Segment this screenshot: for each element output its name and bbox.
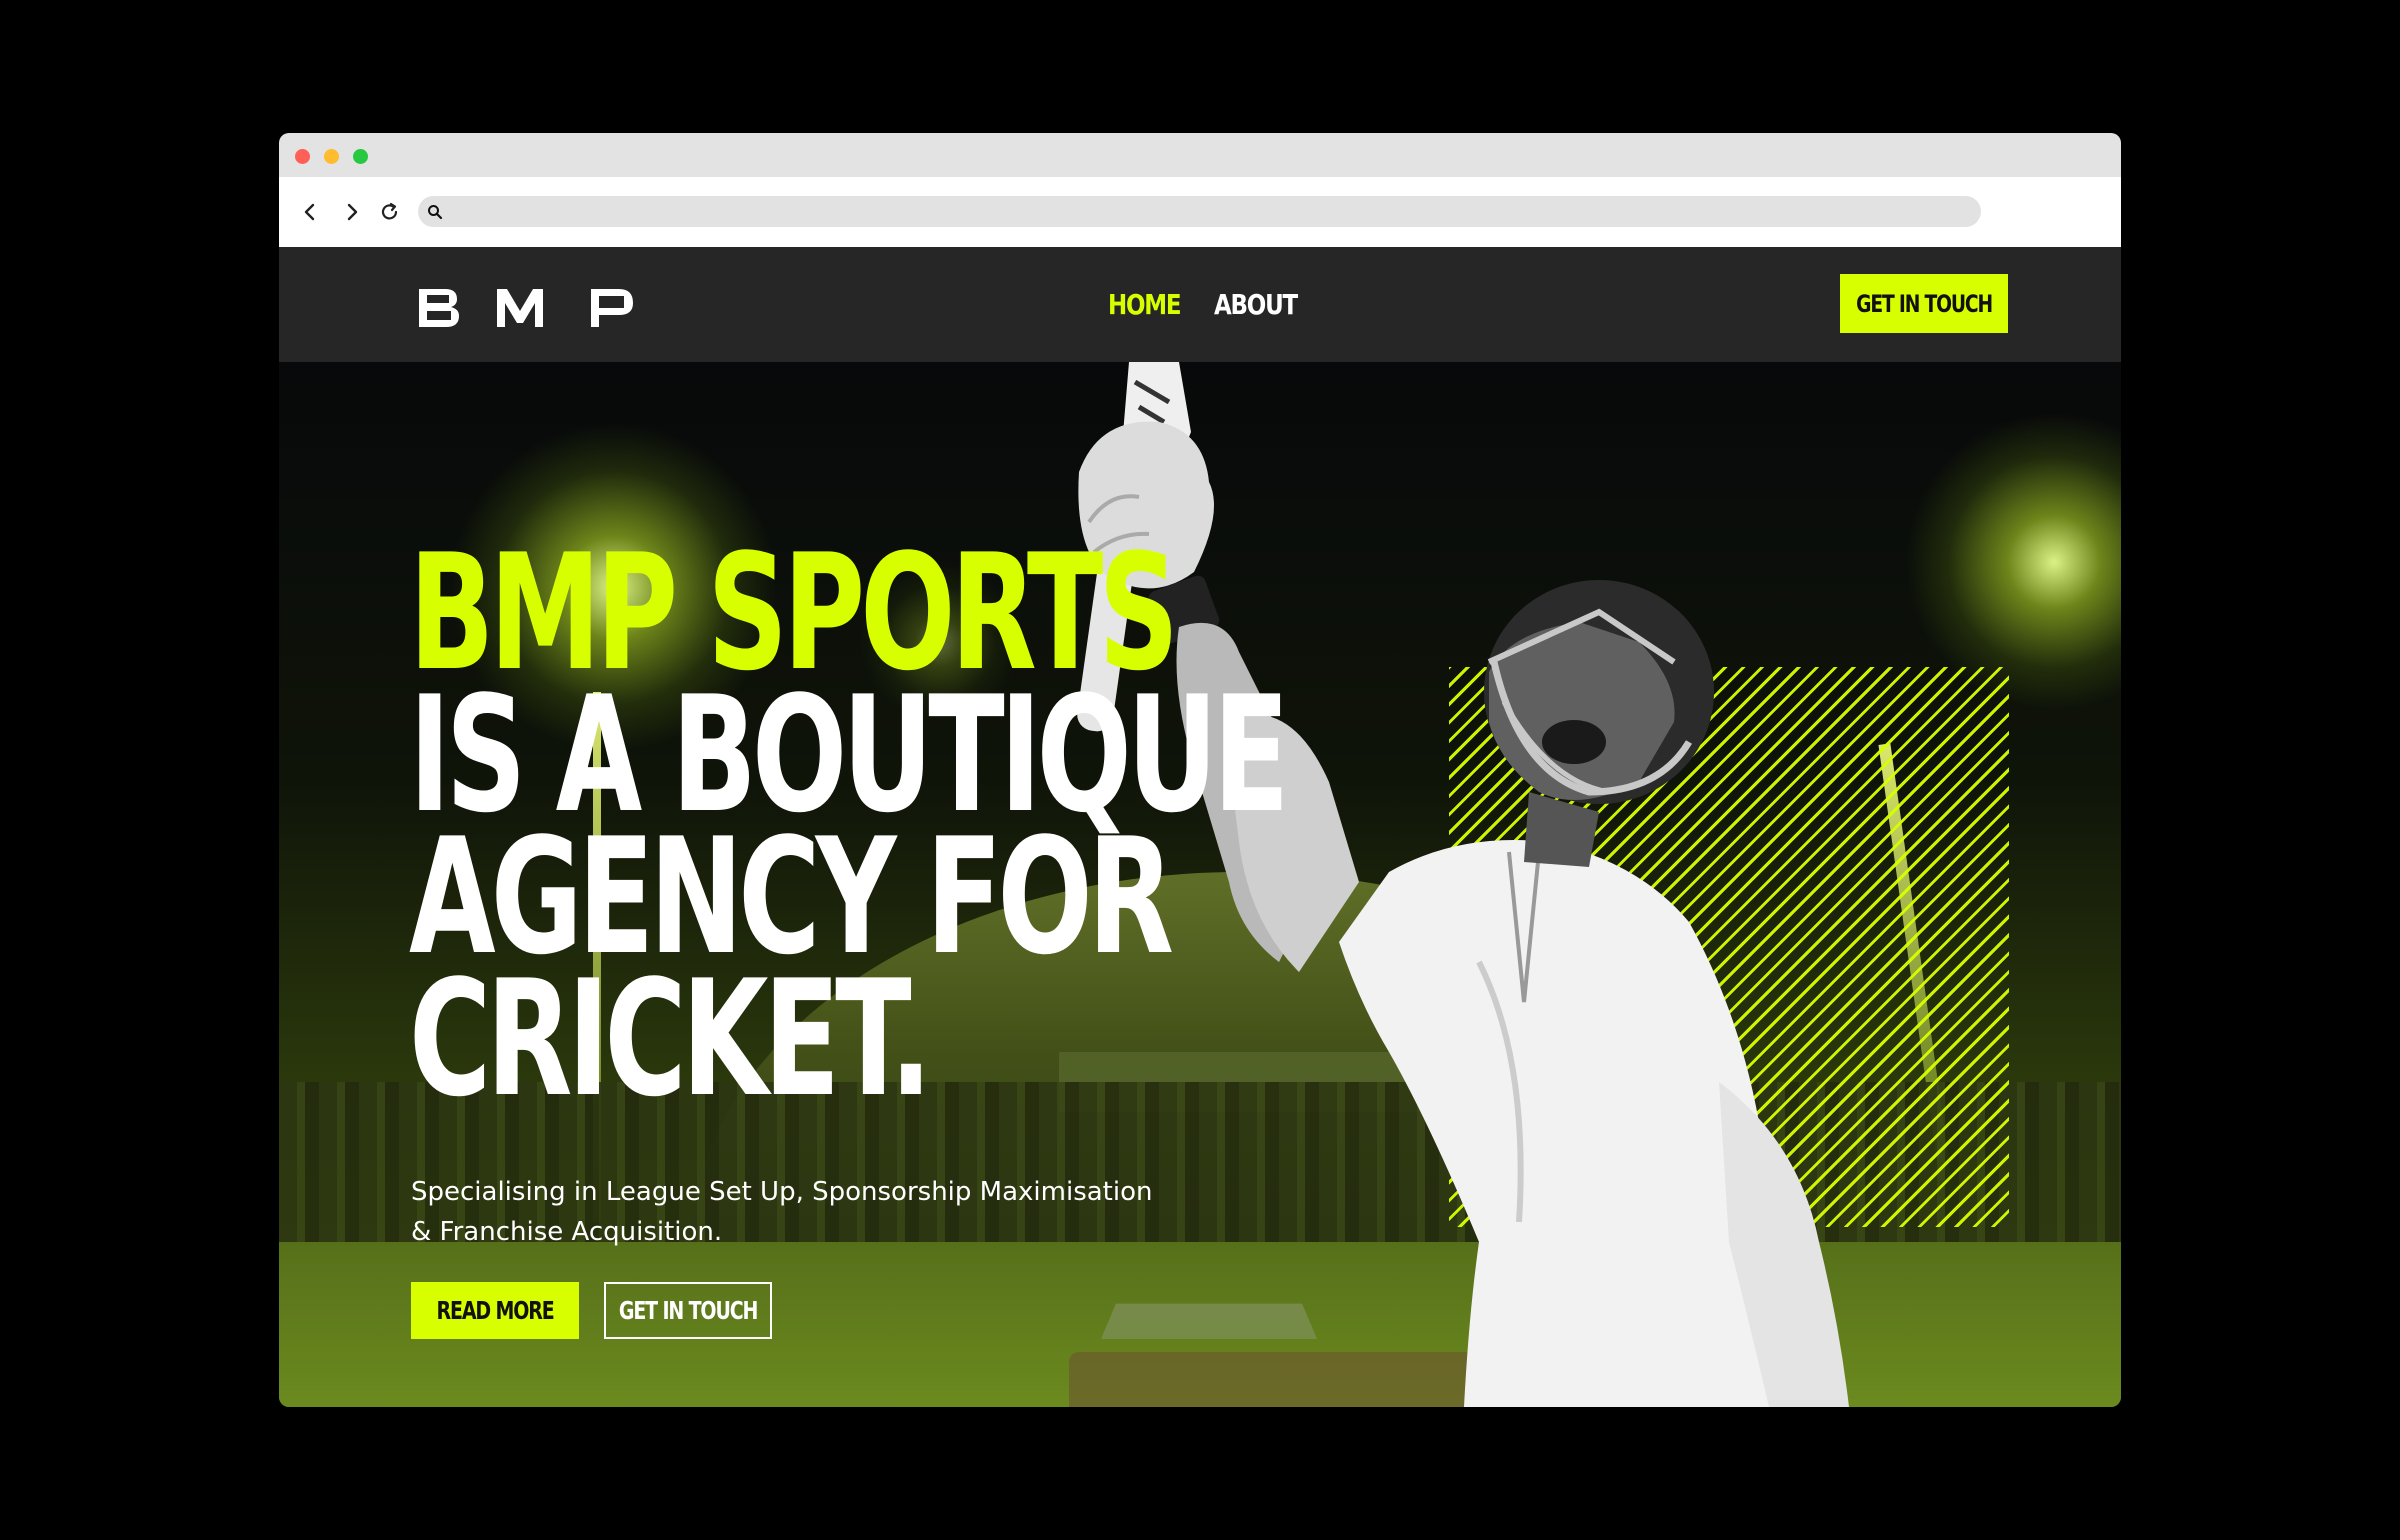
nav-home[interactable]: HOME bbox=[1108, 285, 1182, 325]
bmp-logo[interactable] bbox=[417, 281, 637, 331]
close-window-button[interactable] bbox=[295, 149, 310, 164]
hero-subtext-line-2: & Franchise Acquisition. bbox=[411, 1217, 723, 1247]
header-get-in-touch-button[interactable]: GET IN TOUCH bbox=[1840, 274, 2008, 333]
hero-section: BMP SPORTS IS A BOUTIQUE AGENCY FOR CRIC… bbox=[279, 362, 2121, 1407]
hero-get-in-touch-button[interactable]: GET IN TOUCH bbox=[604, 1282, 772, 1339]
forward-arrow-icon[interactable] bbox=[338, 195, 366, 229]
hero-get-in-touch-label: GET IN TOUCH bbox=[618, 1296, 759, 1325]
search-icon bbox=[428, 205, 443, 220]
read-more-button[interactable]: READ MORE bbox=[411, 1282, 579, 1339]
url-input[interactable] bbox=[450, 196, 1970, 227]
browser-window: HOME ABOUT GET IN TOUCH BMP SPORTS IS A … bbox=[279, 133, 2121, 1407]
browser-toolbar bbox=[279, 177, 2121, 247]
website: HOME ABOUT GET IN TOUCH BMP SPORTS IS A … bbox=[279, 247, 2121, 1407]
hero-headline: BMP SPORTS IS A BOUTIQUE AGENCY FOR CRIC… bbox=[409, 533, 1309, 1132]
minimize-window-button[interactable] bbox=[324, 149, 339, 164]
read-more-label: READ MORE bbox=[436, 1296, 554, 1325]
header-get-in-touch-label: GET IN TOUCH bbox=[1856, 289, 1993, 318]
site-header: HOME ABOUT GET IN TOUCH bbox=[279, 247, 2121, 362]
reload-icon[interactable] bbox=[376, 195, 404, 229]
maximize-window-button[interactable] bbox=[353, 149, 368, 164]
address-bar[interactable] bbox=[418, 196, 1981, 227]
browser-titlebar bbox=[279, 133, 2121, 177]
main-nav: HOME ABOUT bbox=[1108, 285, 1315, 325]
headline-line-4: CRICKET. bbox=[409, 945, 932, 1132]
hero-subtext-line-1: Specialising in League Set Up, Sponsorsh… bbox=[411, 1177, 1153, 1207]
bmp-logo-mark bbox=[419, 289, 633, 327]
back-arrow-icon[interactable] bbox=[296, 195, 324, 229]
nav-about[interactable]: ABOUT bbox=[1214, 285, 1298, 325]
hero-subtext: Specialising in League Set Up, Sponsorsh… bbox=[411, 1172, 1211, 1252]
